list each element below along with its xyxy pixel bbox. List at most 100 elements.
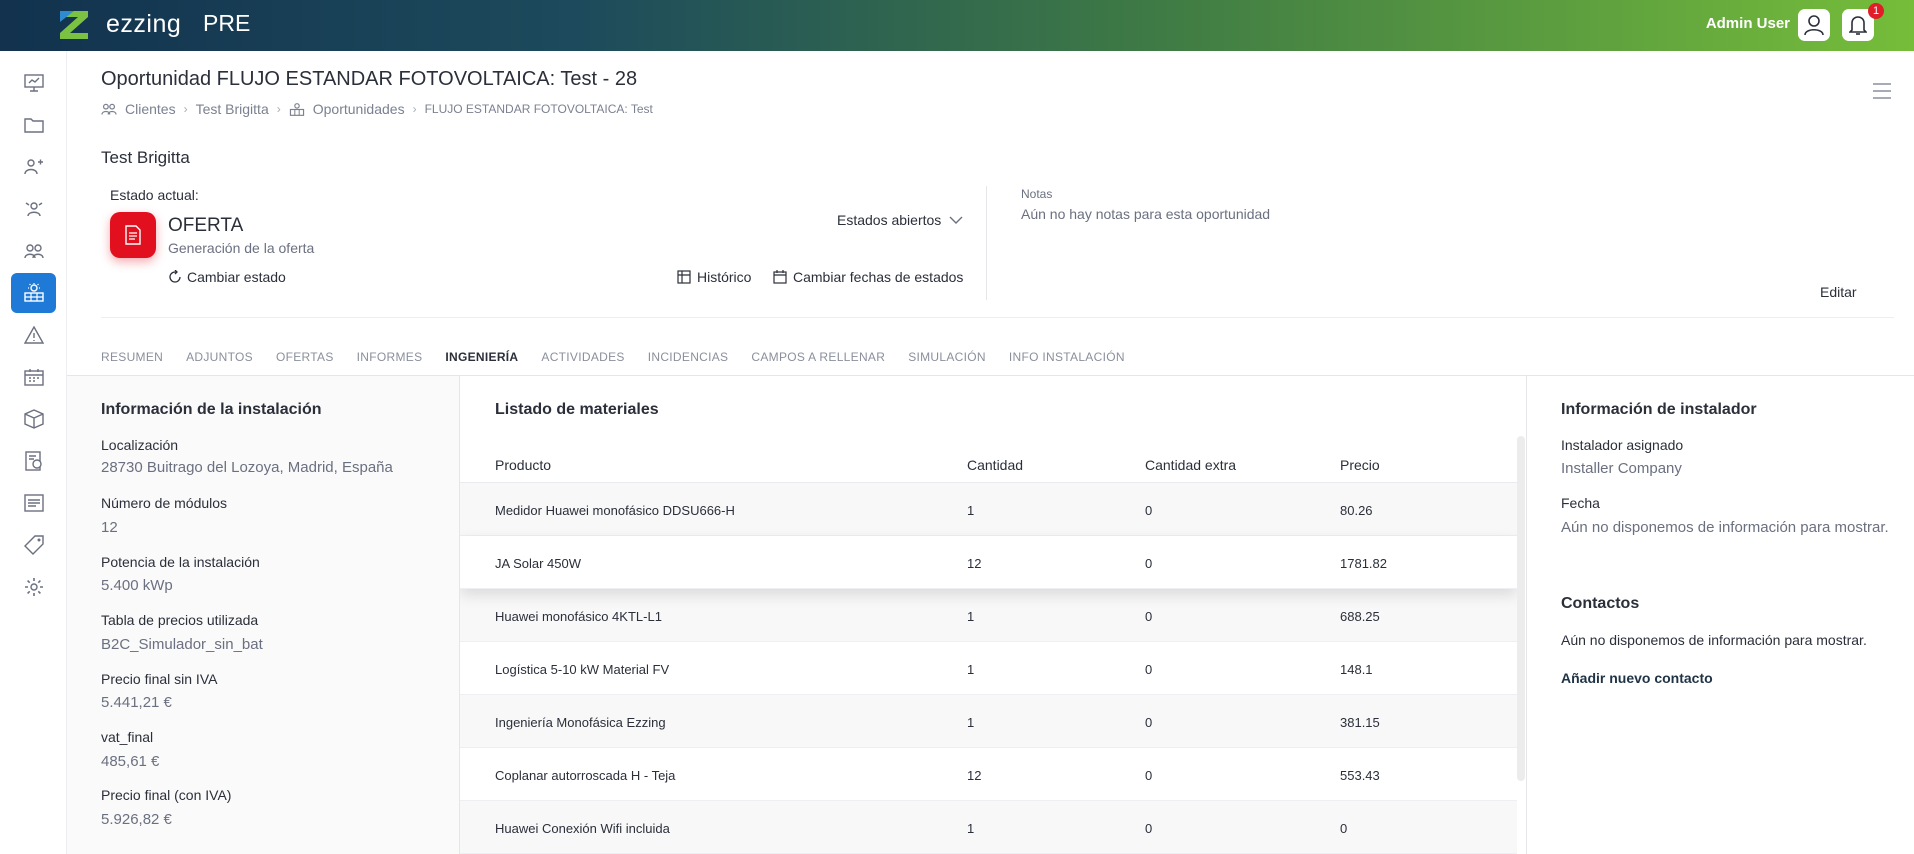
sidebar-item-clients[interactable] xyxy=(11,231,56,271)
installation-info-title: Información de la instalación xyxy=(101,401,322,418)
table-row[interactable]: Huawei Conexión Wifi incluida 1 0 0 xyxy=(460,801,1517,854)
materials-table: Producto Cantidad Cantidad extra Precio … xyxy=(460,436,1517,854)
opportunities-icon xyxy=(289,102,304,116)
current-state-label: Estado actual: xyxy=(110,187,199,203)
installation-info-panel: Información de la instalación Localizaci… xyxy=(67,376,460,854)
sidebar xyxy=(0,51,67,854)
tab-adjuntos[interactable]: ADJUNTOS xyxy=(186,350,253,376)
calendar-icon xyxy=(23,369,44,386)
field-value: 485,61 € xyxy=(101,753,160,770)
field-label: Potencia de la instalación xyxy=(101,554,260,570)
breadcrumb-opportunities[interactable]: Oportunidades xyxy=(313,101,405,117)
cell-product: Medidor Huawei monofásico DDSU666-H xyxy=(495,503,735,518)
column-header-cantidad-extra: Cantidad extra xyxy=(1145,457,1237,473)
sidebar-item-opportunities[interactable] xyxy=(11,273,56,313)
clients-icon xyxy=(23,244,44,259)
sidebar-item-reports[interactable] xyxy=(11,483,56,523)
cell-extra-quantity: 0 xyxy=(1145,715,1153,730)
sidebar-item-pricing[interactable] xyxy=(11,441,56,481)
cell-price: 381.15 xyxy=(1340,715,1380,730)
table-row[interactable]: Huawei monofásico 4KTL-L1 1 0 688.25 xyxy=(460,589,1517,642)
tab-ingenieria[interactable]: INGENIERÍA xyxy=(445,350,519,380)
cell-extra-quantity: 0 xyxy=(1145,768,1153,783)
tab-actividades[interactable]: ACTIVIDADES xyxy=(541,350,624,376)
field-value: 5.400 kWp xyxy=(101,577,173,594)
field-value: 5.441,21 € xyxy=(101,694,172,711)
cell-extra-quantity: 0 xyxy=(1145,556,1153,571)
divider xyxy=(101,317,1894,318)
cell-product: JA Solar 450W xyxy=(495,556,581,571)
cell-quantity: 12 xyxy=(967,768,982,783)
sidebar-item-dashboard[interactable] xyxy=(11,63,56,103)
ezzing-logo[interactable] xyxy=(56,8,92,42)
cell-price: 80.26 xyxy=(1340,503,1373,518)
hamburger-menu-icon[interactable] xyxy=(1872,82,1892,100)
user-avatar-button[interactable] xyxy=(1798,9,1830,41)
installer-assigned-value: Installer Company xyxy=(1561,460,1682,477)
sidebar-item-tags[interactable] xyxy=(11,525,56,565)
open-states-dropdown[interactable]: Estados abiertos xyxy=(837,212,963,228)
pricing-icon xyxy=(24,451,42,471)
tab-resumen[interactable]: RESUMEN xyxy=(101,350,163,376)
vertical-scrollbar[interactable] xyxy=(1517,436,1525,781)
change-state-label: Cambiar estado xyxy=(187,269,286,285)
sidebar-item-calendar[interactable] xyxy=(11,357,56,397)
opportunities-icon xyxy=(23,283,44,302)
cell-extra-quantity: 0 xyxy=(1145,609,1153,624)
customer-name: Test Brigitta xyxy=(101,148,190,167)
table-row[interactable]: Coplanar autorroscada H - Teja 12 0 553.… xyxy=(460,748,1517,801)
tab-ofertas[interactable]: OFERTAS xyxy=(276,350,334,376)
sidebar-item-incidents[interactable] xyxy=(11,315,56,355)
tab-simulacion[interactable]: SIMULACIÓN xyxy=(908,350,986,376)
installer-date-label: Fecha xyxy=(1561,495,1600,511)
current-state-description: Generación de la oferta xyxy=(168,240,315,256)
breadcrumb: Clientes › Test Brigitta › Oportunidades… xyxy=(101,101,653,117)
sidebar-item-settings[interactable] xyxy=(11,567,56,607)
tag-icon xyxy=(23,535,44,555)
user-name[interactable]: Admin User xyxy=(1706,15,1790,32)
breadcrumb-clients[interactable]: Clientes xyxy=(125,101,176,117)
breadcrumb-customer[interactable]: Test Brigitta xyxy=(196,101,269,117)
reports-icon xyxy=(23,494,44,512)
materials-scroll-area[interactable]: Producto Cantidad Cantidad extra Precio … xyxy=(460,376,1517,854)
history-button[interactable]: Histórico xyxy=(677,269,751,285)
sidebar-item-contacts[interactable] xyxy=(11,189,56,229)
table-row[interactable]: JA Solar 450W 12 0 1781.82 xyxy=(460,536,1517,589)
bell-icon xyxy=(1849,16,1867,35)
cell-quantity: 1 xyxy=(967,609,975,624)
cell-price: 688.25 xyxy=(1340,609,1380,624)
materials-panel: Listado de materiales Producto Cantidad … xyxy=(460,376,1527,854)
sidebar-item-leads[interactable] xyxy=(11,147,56,187)
page-title: Oportunidad FLUJO ESTANDAR FOTOVOLTAICA:… xyxy=(101,68,638,90)
tab-campos-a-rellenar[interactable]: CAMPOS A RELLENAR xyxy=(751,350,885,376)
tab-informes[interactable]: INFORMES xyxy=(357,350,423,376)
chevron-right-icon: › xyxy=(276,102,281,116)
sidebar-item-products[interactable] xyxy=(11,399,56,439)
cell-quantity: 1 xyxy=(967,503,975,518)
table-row[interactable]: Medidor Huawei monofásico DDSU666-H 1 0 … xyxy=(460,483,1517,536)
tab-incidencias[interactable]: INCIDENCIAS xyxy=(648,350,729,376)
cell-product: Huawei Conexión Wifi incluida xyxy=(495,821,670,836)
field-label: Localización xyxy=(101,437,179,453)
cell-quantity: 1 xyxy=(967,821,975,836)
field-label: Tabla de precios utilizada xyxy=(101,612,259,628)
edit-notes-button[interactable]: Editar xyxy=(1820,284,1857,300)
change-state-button[interactable]: Cambiar estado xyxy=(168,269,286,285)
box-icon xyxy=(23,409,44,429)
installer-panel: Información de instalador Instalador asi… xyxy=(1527,376,1914,854)
notes-label: Notas xyxy=(1021,187,1053,201)
field-label: vat_final xyxy=(101,729,154,745)
sidebar-item-folder[interactable] xyxy=(11,105,56,145)
document-icon xyxy=(125,225,141,245)
leads-icon xyxy=(23,159,43,175)
table-row[interactable]: Ingeniería Monofásica Ezzing 1 0 381.15 xyxy=(460,695,1517,748)
folder-icon xyxy=(23,118,44,133)
settings-icon xyxy=(24,578,43,596)
tab-info-instalacion[interactable]: INFO INSTALACIÓN xyxy=(1009,350,1125,376)
add-contact-link[interactable]: Añadir nuevo contacto xyxy=(1561,670,1713,686)
change-state-dates-button[interactable]: Cambiar fechas de estados xyxy=(773,269,963,285)
field-label: Precio final sin IVA xyxy=(101,671,218,687)
cell-price: 0 xyxy=(1340,821,1348,836)
divider xyxy=(986,186,987,300)
table-row[interactable]: Logística 5-10 kW Material FV 1 0 148.1 xyxy=(460,642,1517,695)
